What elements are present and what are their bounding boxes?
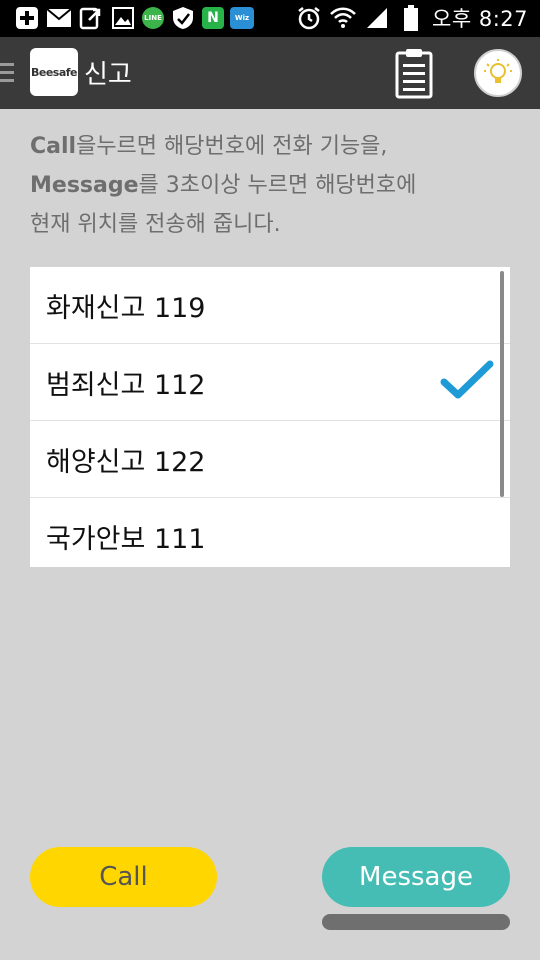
report-number-list[interactable]: 화재신고 119 범죄신고 112 해양신고 122 국가안보 111: [30, 267, 510, 567]
status-bar: LINE N Wiz 오후 8:27: [0, 0, 540, 37]
app-logo-text: Beesafe: [30, 65, 78, 79]
alarm-icon: [296, 6, 322, 30]
clipboard-icon: [395, 49, 433, 99]
list-scrollbar[interactable]: [500, 271, 504, 497]
instructions-text: Call을누르면 해당번호에 전화 기능을, Message를 3초이상 누르면…: [30, 127, 520, 244]
image-icon: [110, 6, 136, 30]
instructions-line-2: Message를 3초이상 누르면 해당번호에: [30, 173, 417, 198]
wifi-whiz-icon: Wiz: [230, 7, 254, 29]
instructions-line-3: 현재 위치를 전송해 줍니다.: [30, 212, 281, 237]
wifi-icon: [330, 6, 356, 30]
status-time: 오후 8:27: [432, 7, 528, 31]
clipboard-button[interactable]: [394, 47, 434, 99]
message-hold-progress: [322, 914, 510, 930]
list-item-fire[interactable]: 화재신고 119: [30, 267, 510, 344]
message-button[interactable]: Message: [322, 847, 510, 907]
action-bar: Beesafe 신고: [0, 37, 540, 109]
list-item-national-security[interactable]: 국가안보 111: [30, 498, 510, 567]
notification-icons: LINE N Wiz: [14, 4, 254, 32]
list-item-label: 해양신고 122: [46, 446, 206, 478]
lightbulb-icon: [484, 59, 512, 83]
list-item-label: 화재신고 119: [46, 292, 206, 324]
instructions-line-1: Call을누르면 해당번호에 전화 기능을,: [30, 134, 388, 159]
plus-icon: [14, 6, 40, 30]
system-status: 오후 8:27: [296, 4, 528, 32]
naver-icon: N: [202, 7, 224, 29]
export-icon: [78, 6, 104, 30]
call-button[interactable]: Call: [30, 847, 217, 907]
line-icon: LINE: [142, 7, 164, 29]
list-item-label: 국가안보 111: [46, 523, 206, 555]
list-item-label: 범죄신고 112: [46, 369, 206, 401]
list-item-maritime[interactable]: 해양신고 122: [30, 421, 510, 498]
mail-icon: [46, 6, 72, 30]
call-button-label: Call: [99, 862, 148, 892]
list-item-crime[interactable]: 범죄신고 112: [30, 344, 510, 421]
app-logo[interactable]: Beesafe: [30, 48, 78, 96]
drawer-menu-icon[interactable]: [0, 63, 14, 83]
lightbulb-button[interactable]: [474, 49, 522, 97]
battery-icon: [398, 5, 424, 31]
checkmark-icon: [440, 360, 494, 399]
page-title: 신고: [84, 60, 132, 90]
shield-icon: [170, 6, 196, 30]
signal-icon: [364, 6, 390, 30]
message-button-label: Message: [359, 862, 473, 892]
